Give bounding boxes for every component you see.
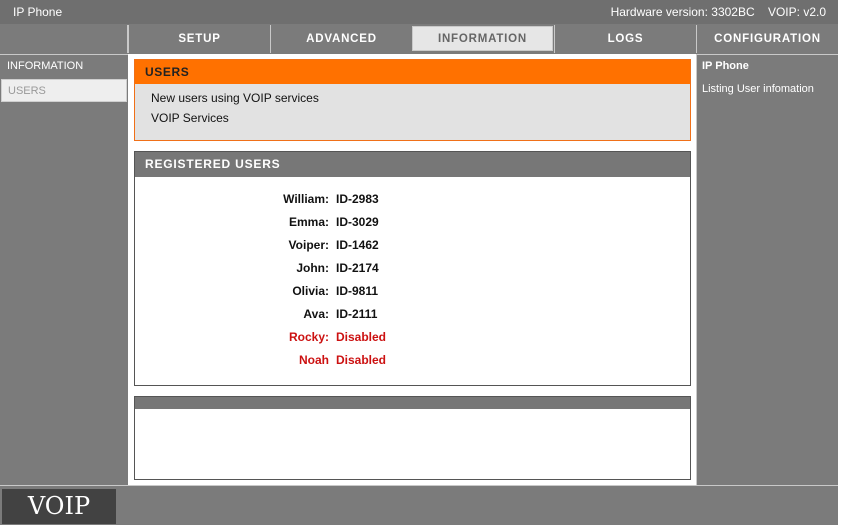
user-row: Olivia: ID-9811 xyxy=(135,284,690,302)
tab-information[interactable]: INFORMATION xyxy=(412,26,553,51)
voip-services-text: VOIP Services xyxy=(151,111,229,125)
user-row: William: ID-2983 xyxy=(135,192,690,210)
help-description: Listing User infomation xyxy=(702,83,814,95)
user-name: Emma: xyxy=(288,215,329,229)
registered-users-panel: REGISTERED USERS William: ID-2983 Emma: … xyxy=(134,151,691,386)
users-panel: USERS New users using VOIP services VOIP… xyxy=(134,59,691,141)
user-status: Disabled xyxy=(336,353,387,367)
sidebar-item-information[interactable]: INFORMATION xyxy=(1,55,127,79)
sidebar-item-users[interactable]: USERS xyxy=(1,79,127,102)
user-status: Disabled xyxy=(336,330,387,344)
user-name: Voiper: xyxy=(288,238,329,252)
main-content: USERS New users using VOIP services VOIP… xyxy=(128,54,696,485)
voip-logo: VOIP xyxy=(2,489,116,524)
user-row-disabled: Rocky: Disabled xyxy=(135,330,690,348)
configuration-label: CONFIGURATION xyxy=(696,25,838,53)
tab-logs[interactable]: LOGS xyxy=(554,25,696,53)
user-row: John: ID-2174 xyxy=(135,261,690,279)
user-row: Ava: ID-2111 xyxy=(135,307,690,325)
empty-panel xyxy=(134,396,691,480)
user-name: Ava: xyxy=(303,307,329,321)
users-panel-title: USERS xyxy=(135,60,690,84)
nav-spacer xyxy=(0,25,128,53)
user-id: ID-1462 xyxy=(336,238,379,252)
user-name: Rocky: xyxy=(288,330,329,344)
user-name: Noah xyxy=(299,353,329,367)
empty-panel-header xyxy=(135,397,690,409)
user-name: Olivia: xyxy=(292,284,329,298)
user-id: ID-3029 xyxy=(336,215,379,229)
sidebar: INFORMATION USERS xyxy=(0,54,128,485)
app-window: IP Phone Hardware version: 3302BC VOIP: … xyxy=(0,0,838,525)
user-id: ID-2111 xyxy=(336,307,378,321)
help-panel: IP Phone Listing User infomation xyxy=(696,54,838,485)
user-name: William: xyxy=(283,192,329,206)
help-title: IP Phone xyxy=(702,60,749,72)
product-name: IP Phone xyxy=(13,5,63,19)
tab-advanced[interactable]: ADVANCED xyxy=(270,25,412,53)
users-description: New users using VOIP services xyxy=(151,91,319,105)
hardware-version: Hardware version: 3302BC VOIP: v2.0 xyxy=(610,5,826,19)
user-id: ID-9811 xyxy=(336,284,379,298)
top-bar: IP Phone Hardware version: 3302BC VOIP: … xyxy=(0,0,838,24)
user-row: Emma: ID-3029 xyxy=(135,215,690,233)
user-name: John: xyxy=(296,261,329,275)
user-id: ID-2983 xyxy=(336,192,379,206)
registered-users-title: REGISTERED USERS xyxy=(135,152,690,177)
tab-setup[interactable]: SETUP xyxy=(128,25,270,53)
nav-bar: SETUP ADVANCED INFORMATION LOGS CONFIGUR… xyxy=(0,24,838,54)
user-id: ID-2174 xyxy=(336,261,379,275)
footer: VOIP xyxy=(0,485,838,525)
user-row: Voiper: ID-1462 xyxy=(135,238,690,256)
user-row-disabled: Noah Disabled xyxy=(135,353,690,371)
